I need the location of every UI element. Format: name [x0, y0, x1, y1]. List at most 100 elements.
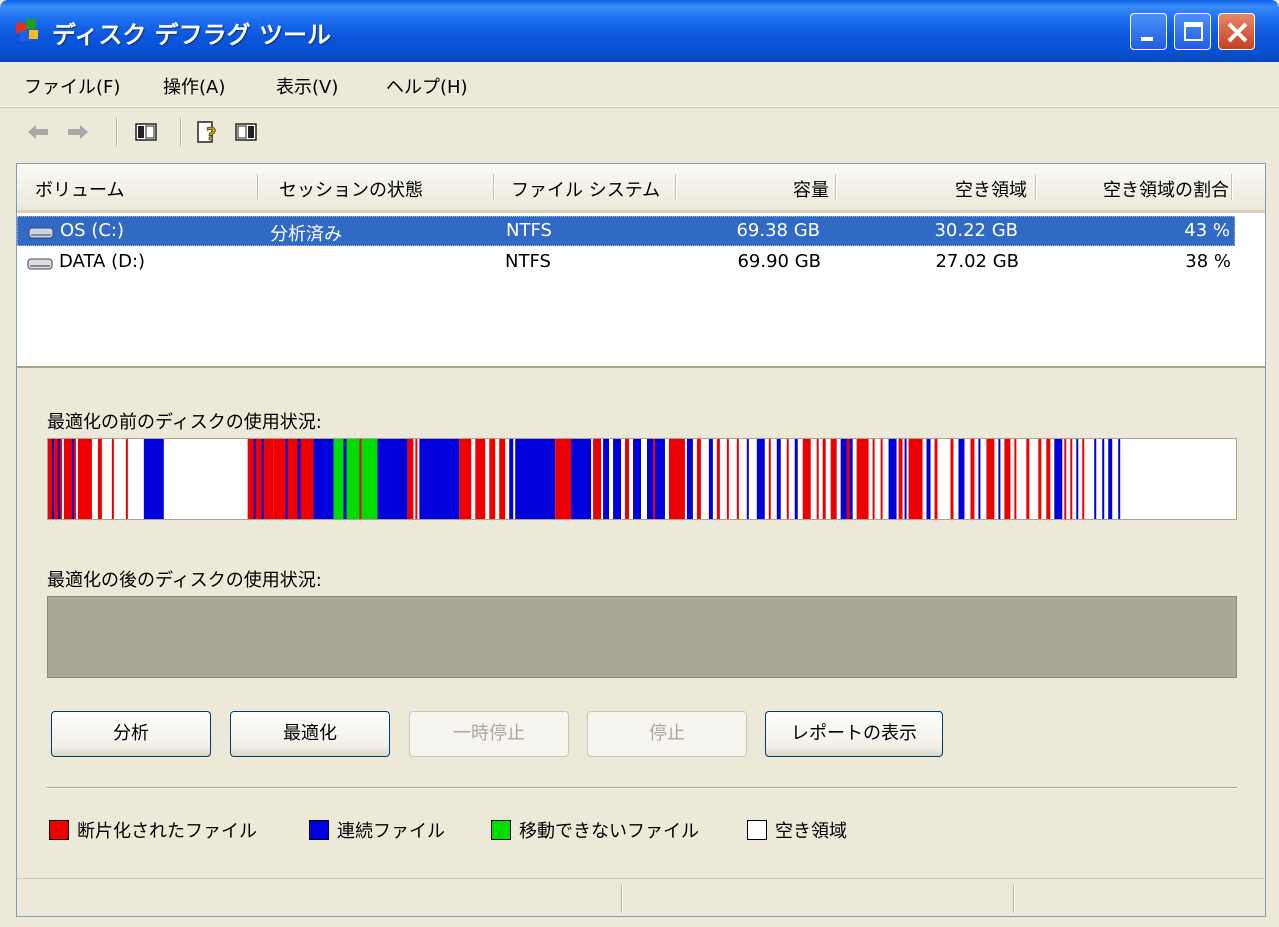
defrag-app-icon: [16, 19, 38, 41]
status-bar-divider: [621, 885, 623, 913]
contiguous-segment: [253, 439, 256, 519]
contiguous-segment: [888, 439, 897, 519]
menu-view[interactable]: 表示(V): [276, 73, 338, 99]
help-icon[interactable]: ?: [194, 118, 222, 146]
volume-row-data[interactable]: DATA (D:) NTFS 69.90 GB 27.02 GB 38 %: [17, 248, 1235, 278]
title-bar[interactable]: ディスク デフラグ ツール: [0, 0, 1279, 62]
contiguous-segment: [1118, 439, 1121, 519]
contiguous-segment: [285, 439, 288, 519]
column-divider[interactable]: [493, 174, 495, 200]
maximize-button[interactable]: [1174, 13, 1211, 50]
fragmented-segment: [668, 439, 685, 519]
console-tree-icon[interactable]: [132, 118, 160, 146]
fragmented-legend-swatch: [49, 820, 69, 840]
fragmented-segment: [63, 439, 76, 519]
back-arrow-icon[interactable]: [24, 118, 52, 146]
fragmented-segment: [1082, 439, 1085, 519]
file-system: NTFS: [505, 251, 551, 272]
fragmented-segment: [625, 439, 630, 519]
after-usage-label: 最適化の後のディスクの使用状況:: [47, 570, 322, 591]
column-divider[interactable]: [257, 174, 259, 200]
fragmented-segment: [822, 439, 826, 519]
volume-row-os[interactable]: OS (C:) 分析済み NTFS 69.38 GB 30.22 GB 43 %: [17, 216, 1235, 246]
contiguous-segment: [998, 439, 1001, 519]
contiguous-legend-swatch: [309, 820, 329, 840]
free-percent: 38 %: [1185, 251, 1231, 272]
fragmented-segment: [786, 439, 789, 519]
defragment-button[interactable]: 最適化: [230, 711, 390, 757]
fragmented-segment: [872, 439, 875, 519]
menu-help[interactable]: ヘルプ(H): [386, 73, 468, 99]
fragmented-segment: [970, 439, 975, 519]
contiguous-segment: [958, 439, 965, 519]
pause-button[interactable]: 一時停止: [409, 711, 569, 757]
close-button[interactable]: [1218, 13, 1255, 50]
fragmented-segment: [1070, 439, 1073, 519]
before-usage-label: 最適化の前のディスクの使用状況:: [47, 412, 322, 433]
fragmented-segment: [652, 439, 655, 519]
contiguous-segment: [571, 439, 592, 519]
contiguous-segment: [57, 439, 60, 519]
action-pane-icon[interactable]: [232, 118, 260, 146]
contiguous-segment: [794, 439, 798, 519]
stop-button[interactable]: 停止: [587, 711, 747, 757]
column-header-volume[interactable]: ボリューム: [35, 176, 124, 202]
column-divider[interactable]: [675, 174, 677, 200]
fragmented-segment: [407, 439, 414, 519]
column-header-free-percent[interactable]: 空き領域の割合: [1103, 176, 1229, 202]
fragmented-segment: [415, 439, 418, 519]
hard-drive-icon: [28, 227, 54, 239]
column-header-session-status[interactable]: セッションの状態: [279, 176, 423, 202]
forward-arrow-icon[interactable]: [64, 118, 92, 146]
fragmented-segment: [816, 439, 819, 519]
analyze-button[interactable]: 分析: [51, 711, 211, 757]
contiguous-segment: [71, 439, 74, 519]
fragmented-segment: [846, 439, 850, 519]
fragmented-segment: [1064, 439, 1067, 519]
volume-list[interactable]: ボリューム セッションの状態 ファイル システム 容量 空き領域 空き領域の割合…: [17, 164, 1265, 368]
contiguous-segment: [756, 439, 765, 519]
column-header-capacity[interactable]: 容量: [793, 176, 829, 202]
column-header-free-space[interactable]: 空き領域: [955, 176, 1027, 202]
contiguous-segment: [313, 439, 334, 519]
minimize-button[interactable]: [1130, 13, 1167, 50]
fragmented-segment: [77, 439, 92, 519]
fragmented-segment: [125, 439, 128, 519]
volume-name: DATA (D:): [59, 251, 146, 272]
minimize-icon: [1141, 37, 1153, 41]
contiguous-segment: [603, 439, 610, 519]
contiguous-segment: [509, 439, 514, 519]
contiguous-segment: [633, 439, 642, 519]
maximize-icon: [1184, 22, 1203, 41]
fragmented-segment: [934, 439, 938, 519]
unmovable-segment: [333, 439, 378, 519]
menu-action[interactable]: 操作(A): [163, 73, 225, 99]
fragmented-segment: [359, 439, 362, 519]
fragmented-segment: [898, 439, 903, 519]
free-percent: 43 %: [1184, 220, 1230, 241]
column-divider[interactable]: [1231, 174, 1233, 200]
before-usage-map: [47, 438, 1237, 520]
column-divider[interactable]: [835, 174, 837, 200]
contiguous-legend-label: 連続ファイル: [337, 821, 445, 842]
contiguous-segment: [343, 439, 347, 519]
fragmented-segment: [489, 439, 496, 519]
contiguous-segment: [613, 439, 622, 519]
fragmented-segment: [247, 439, 274, 519]
view-report-button[interactable]: レポートの表示: [765, 711, 943, 757]
main-content: ボリューム セッションの状態 ファイル システム 容量 空き領域 空き領域の割合…: [16, 163, 1266, 917]
menu-file[interactable]: ファイル(F): [24, 73, 120, 99]
contiguous-segment: [1108, 439, 1113, 519]
fragmented-segment: [273, 439, 314, 519]
unmovable-legend-swatch: [491, 820, 511, 840]
column-divider[interactable]: [1035, 174, 1037, 200]
contiguous-segment: [926, 439, 931, 519]
column-header-file-system[interactable]: ファイル システム: [511, 176, 660, 202]
fragmented-segment: [950, 439, 954, 519]
capacity: 69.90 GB: [737, 251, 821, 272]
fragmented-segment: [726, 439, 729, 519]
fragmented-segment: [880, 439, 883, 519]
free-space: 27.02 GB: [935, 251, 1019, 272]
fragmented-segment: [908, 439, 923, 519]
fragmented-segment: [1026, 439, 1030, 519]
